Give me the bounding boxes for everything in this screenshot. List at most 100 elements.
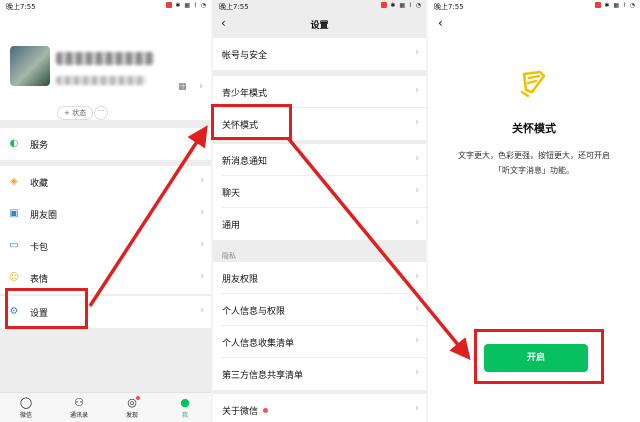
tab-discover[interactable]: ◎ 发现 <box>112 396 152 419</box>
menu-item-card-wallet[interactable]: ▭ 卡包 › <box>0 230 211 262</box>
menu-item-label: 收藏 <box>30 179 49 189</box>
settings-item-label: 通用 <box>222 221 241 231</box>
description-line: 「听文字消息」功能。 <box>494 166 574 175</box>
chevron-right-icon: › <box>415 271 419 282</box>
status-icons: ✱ ▦ ⌇ ◔ <box>593 2 636 9</box>
settings-item-label: 青少年模式 <box>222 89 268 99</box>
chevron-right-icon: › <box>415 153 419 164</box>
privacy-section-header: 隐私 <box>222 252 236 260</box>
status-bar: 晚上7:55 ✱ ▦ ⌇ ◔ <box>0 0 211 12</box>
empty-area <box>0 328 211 392</box>
description-line: 文字更大，色彩更强，按钮更大，还可开启 <box>458 151 610 160</box>
settings-item-label: 朋友权限 <box>222 275 259 285</box>
profile-card[interactable]: ▦ › + 状态 ··· <box>0 12 211 120</box>
status-icons: ✱ ▦ ⌇ ◔ <box>164 2 207 9</box>
menu-item-favorites[interactable]: ◈ 收藏 › <box>0 166 211 198</box>
blurred-nickname <box>56 52 154 65</box>
menu-item-label: 卡包 <box>30 243 49 253</box>
chevron-right-icon: › <box>415 303 419 314</box>
settings-page-panel: 晚上7:55 ✱ ▦ ⌇ ◔ ‹ 设置 帐号与安全 › 青少年模式 › 关怀模式… <box>213 0 426 422</box>
status-time: 晚上7:55 <box>6 3 36 11</box>
blurred-wechat-id <box>56 76 146 85</box>
notification-dot <box>136 396 140 400</box>
settings-item-friend-permissions[interactable]: 朋友权限 › <box>213 262 426 294</box>
chevron-right-icon: › <box>200 271 204 282</box>
settings-item-label: 关于微信 <box>222 404 269 417</box>
menu-item-moments[interactable]: ▣ 朋友圈 › <box>0 198 211 230</box>
settings-item-about-wechat[interactable]: 关于微信 › <box>213 394 426 422</box>
status-icons: ✱ ▦ ⌇ ◔ <box>379 2 422 9</box>
care-mode-hand-icon <box>520 70 546 98</box>
menu-item-label: 表情 <box>30 275 49 285</box>
settings-item-chat[interactable]: 聊天 › <box>213 176 426 208</box>
discover-compass-icon: ◎ <box>127 396 137 409</box>
chevron-right-icon: › <box>415 367 419 378</box>
care-mode-description: 文字更大，色彩更强，按钮更大，还可开启 「听文字消息」功能。 <box>442 148 626 178</box>
add-status-button[interactable]: + 状态 <box>57 106 94 120</box>
chevron-right-icon: › <box>415 217 419 228</box>
settings-item-new-message-notification[interactable]: 新消息通知 › <box>213 144 426 176</box>
highlight-box-enable-button <box>474 329 604 384</box>
settings-item-label: 第三方信息共享清单 <box>222 371 304 381</box>
chevron-right-icon: › <box>200 239 204 250</box>
divider <box>0 120 211 128</box>
chat-bubble-icon: ◯ <box>19 396 33 409</box>
notification-dot-icon <box>381 2 388 8</box>
settings-navbar: ‹ 设置 <box>213 12 426 38</box>
me-page-panel: 晚上7:55 ✱ ▦ ⌇ ◔ ▦ › + 状态 ··· ◐ 服务 › ◈ 收藏 … <box>0 0 211 422</box>
back-arrow-icon[interactable]: ‹ <box>438 16 443 30</box>
tab-label: 发现 <box>125 412 138 419</box>
service-icon: ◐ <box>9 138 19 149</box>
tab-chats[interactable]: ◯ 微信 <box>6 396 46 419</box>
settings-item-personal-info-permissions[interactable]: 个人信息与权限 › <box>213 294 426 326</box>
menu-item-service[interactable]: ◐ 服务 › <box>0 128 211 160</box>
settings-item-label: 个人信息收集清单 <box>222 339 295 349</box>
tab-me[interactable]: ● 我 <box>165 396 205 419</box>
contacts-icon: ⚇ <box>74 396 84 409</box>
sticker-icon: ☺ <box>8 272 20 283</box>
settings-item-label: 聊天 <box>222 189 241 199</box>
tab-contacts[interactable]: ⚇ 通讯录 <box>59 396 99 419</box>
favorites-icon: ◈ <box>10 176 18 187</box>
tab-label: 我 <box>181 412 188 419</box>
status-bar: 晚上7:55 ✱ ▦ ⌇ ◔ <box>428 0 640 12</box>
settings-item-third-party-sharing-list[interactable]: 第三方信息共享清单 › <box>213 358 426 390</box>
menu-item-label: 服务 <box>30 141 49 151</box>
notification-dot <box>263 408 269 413</box>
care-mode-title: 关怀模式 <box>512 122 556 135</box>
chevron-right-icon: › <box>200 137 204 148</box>
status-time: 晚上7:55 <box>434 3 464 11</box>
chevron-right-icon: › <box>415 185 419 196</box>
chevron-right-icon: › <box>199 81 203 92</box>
tab-label: 通讯录 <box>69 412 88 419</box>
page-title: 设置 <box>310 21 329 31</box>
highlight-box-settings <box>5 288 88 329</box>
settings-item-label: 新消息通知 <box>222 157 268 167</box>
moments-icon: ▣ <box>9 208 19 219</box>
chevron-right-icon: › <box>415 85 419 96</box>
chevron-right-icon: › <box>415 117 419 128</box>
settings-item-account-security[interactable]: 帐号与安全 › <box>213 38 426 70</box>
chevron-right-icon: › <box>415 335 419 346</box>
chevron-right-icon: › <box>200 175 204 186</box>
more-status-button[interactable]: ··· <box>94 106 108 120</box>
chevron-right-icon: › <box>415 403 419 414</box>
card-wallet-icon: ▭ <box>9 240 19 251</box>
notification-dot-icon <box>166 2 173 8</box>
tab-label: 微信 <box>19 412 32 419</box>
highlight-box-care-mode <box>211 104 292 140</box>
bottom-tab-bar: ◯ 微信 ⚇ 通讯录 ◎ 发现 ● 我 <box>0 392 211 422</box>
menu-item-label: 朋友圈 <box>30 211 58 221</box>
settings-item-general[interactable]: 通用 › <box>213 208 426 240</box>
qr-code-icon[interactable]: ▦ <box>178 82 187 92</box>
notification-dot-icon <box>595 2 602 8</box>
status-bar: 晚上7:55 ✱ ▦ ⌇ ◔ <box>213 0 426 12</box>
settings-item-label: 帐号与安全 <box>222 51 268 61</box>
avatar[interactable] <box>10 46 50 86</box>
status-time: 晚上7:55 <box>219 3 249 11</box>
me-person-icon: ● <box>180 396 190 409</box>
chevron-right-icon: › <box>200 207 204 218</box>
chevron-right-icon: › <box>415 47 419 58</box>
settings-item-personal-info-collection-list[interactable]: 个人信息收集清单 › <box>213 326 426 358</box>
chevron-right-icon: › <box>200 305 204 316</box>
